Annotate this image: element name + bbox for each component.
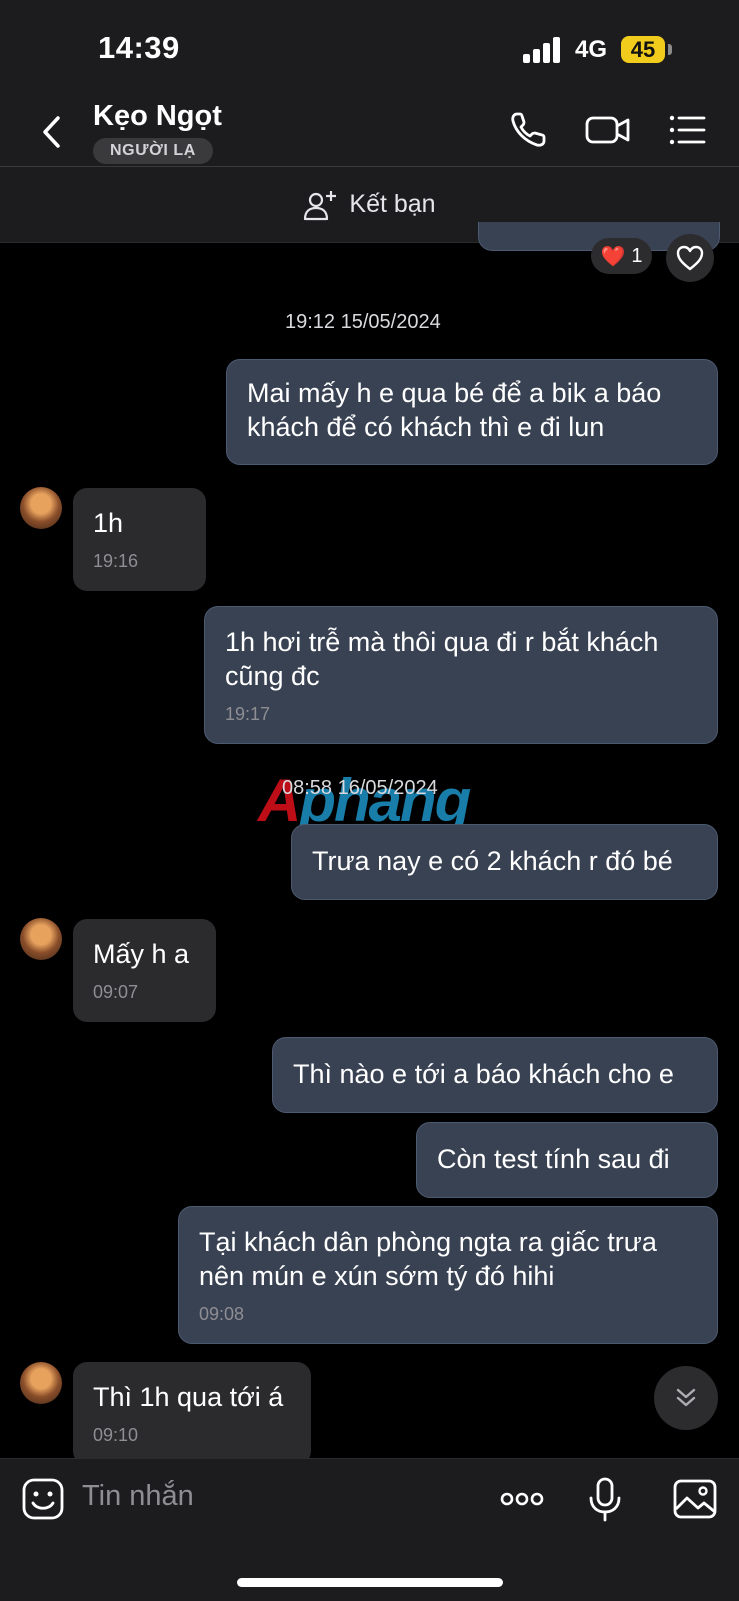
message-text: Thì nào e tới a báo khách cho e: [293, 1059, 674, 1089]
outgoing-message[interactable]: Còn test tính sau đi: [416, 1122, 718, 1198]
more-options-icon[interactable]: [498, 1476, 546, 1522]
home-indicator[interactable]: [237, 1578, 503, 1587]
outgoing-message[interactable]: Mai mấy h e qua bé để a bik a báo khách …: [226, 359, 718, 465]
back-chevron-icon[interactable]: [36, 112, 70, 152]
microphone-icon[interactable]: [582, 1476, 628, 1522]
message-text: Mấy h a: [93, 939, 190, 969]
incoming-message[interactable]: Mấy h a 09:07: [73, 919, 216, 1022]
date-separator: 08:58 16/05/2024: [282, 777, 438, 799]
message-text: 1h hơi trễ mà thôi qua đi r bắt khách cũ…: [225, 627, 659, 691]
phone-call-icon[interactable]: [507, 108, 551, 152]
sticker-emoji-icon[interactable]: [20, 1476, 66, 1522]
reaction-badge[interactable]: ❤️ 1: [591, 238, 652, 274]
message-time: 09:10: [93, 1425, 139, 1445]
message-text: Trưa nay e có 2 khách r đó bé: [312, 846, 673, 876]
heart-outline-icon: [676, 245, 704, 271]
message-text: Còn test tính sau đi: [437, 1144, 670, 1174]
heart-reaction-icon: ❤️: [600, 245, 626, 268]
like-button[interactable]: [666, 234, 714, 282]
message-text: Tại khách dân phòng ngta ra giấc trưa nê…: [199, 1227, 657, 1291]
cellular-signal-icon: [523, 37, 563, 63]
message-time: 09:07: [93, 982, 139, 1002]
add-user-icon: [304, 190, 337, 220]
menu-list-icon[interactable]: [666, 108, 710, 152]
incoming-message[interactable]: Thì 1h qua tới á 09:10: [73, 1362, 311, 1465]
outgoing-message[interactable]: Thì nào e tới a báo khách cho e: [272, 1037, 718, 1113]
message-text: Mai mấy h e qua bé để a bik a báo khách …: [247, 378, 662, 442]
date-separator: 19:12 15/05/2024: [285, 311, 441, 333]
incoming-message[interactable]: 1h 19:16: [73, 488, 206, 591]
message-time: 19:17: [225, 704, 271, 724]
network-type: 4G: [575, 36, 608, 63]
message-time: 09:08: [199, 1304, 245, 1324]
double-chevron-down-icon: [676, 1388, 696, 1407]
outgoing-message[interactable]: Tại khách dân phòng ngta ra giấc trưa nê…: [178, 1206, 718, 1344]
contact-avatar[interactable]: [20, 1362, 62, 1404]
contact-avatar[interactable]: [20, 918, 62, 960]
video-call-icon[interactable]: [584, 108, 632, 152]
outgoing-message[interactable]: Trưa nay e có 2 khách r đó bé: [291, 824, 718, 900]
scroll-to-bottom-button[interactable]: [654, 1366, 718, 1430]
battery-cap: [668, 44, 672, 55]
reaction-count: 1: [631, 244, 643, 267]
message-time: 19:16: [93, 551, 139, 571]
status-time: 14:39: [98, 30, 180, 65]
message-input[interactable]: Tin nhắn: [82, 1480, 194, 1513]
add-friend-label: Kết bạn: [349, 190, 436, 218]
contact-name[interactable]: Kẹo Ngọt: [93, 100, 222, 133]
battery-icon: 45: [621, 36, 665, 63]
image-gallery-icon[interactable]: [672, 1476, 718, 1522]
message-text: Thì 1h qua tới á: [93, 1382, 284, 1412]
message-text: 1h: [93, 508, 124, 538]
contact-avatar[interactable]: [20, 487, 62, 529]
stranger-badge: NGƯỜI LẠ: [93, 138, 213, 164]
outgoing-message[interactable]: 1h hơi trễ mà thôi qua đi r bắt khách cũ…: [204, 606, 718, 744]
